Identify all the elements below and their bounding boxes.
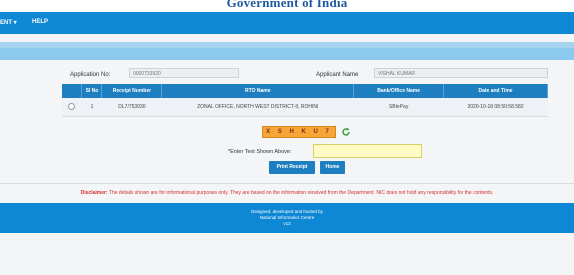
section-bar: [0, 48, 574, 60]
header-title-bar: Government of India: [0, 0, 574, 12]
disclaimer-label: Disclaimer:: [80, 190, 108, 196]
disclaimer-text: The details shown are for informational …: [108, 190, 494, 196]
refresh-captcha-icon[interactable]: [341, 127, 351, 137]
nav-item-ent[interactable]: ENT ▾: [0, 19, 17, 26]
cell-rto-name: ZONAL OFFICE, NORTH WEST DISTRICT-II, RO…: [161, 98, 354, 117]
captcha-input[interactable]: [313, 144, 422, 158]
table-header-row: Sl No Receipt Number RTO Name Bank/Offic…: [62, 84, 548, 98]
home-button[interactable]: Home: [320, 161, 345, 174]
application-no-field[interactable]: 0000733920: [129, 68, 239, 78]
col-header-bank-office: Bank/Office Name: [353, 84, 445, 98]
disclaimer-text-block: Disclaimer: The details shown are for in…: [0, 190, 574, 196]
page-title: Government of India: [226, 0, 348, 10]
nav-item-help[interactable]: HELP: [32, 19, 48, 25]
cell-bank-office: SBIePay: [353, 98, 444, 117]
footer-version: v13: [283, 221, 291, 226]
col-header-date-time: Date and Time: [443, 84, 548, 98]
row-select-cell: [62, 98, 82, 117]
receipt-table: Sl No Receipt Number RTO Name Bank/Offic…: [62, 84, 548, 117]
row-select-radio[interactable]: [68, 102, 76, 110]
cell-date-time: 2020-10-18 08:50:58.582: [443, 98, 548, 117]
col-header-receipt-number: Receipt Number: [101, 84, 163, 98]
select-column-header: [62, 84, 83, 98]
applicant-name-field[interactable]: VISHAL KUMAR: [374, 68, 548, 78]
footer: Designed, developed and hosted by Nation…: [0, 203, 574, 233]
application-no-label: Application No:: [70, 72, 111, 78]
applicant-name-label: Applicant Name: [316, 72, 359, 78]
cell-receipt-number: DL7/753930: [101, 98, 162, 117]
table-row: 1 DL7/753930 ZONAL OFFICE, NORTH WEST DI…: [62, 98, 548, 117]
col-header-sl-no: Sl No: [81, 84, 103, 98]
print-receipt-button[interactable]: Print Receipt: [269, 161, 315, 174]
captcha-label: *Enter Text Shown Above:: [228, 149, 292, 155]
col-header-rto-name: RTO Name: [161, 84, 355, 98]
captcha-image: X S H K U 7: [262, 126, 336, 138]
cell-sl-no: 1: [81, 98, 102, 117]
divider: [0, 183, 574, 184]
top-navbar: ENT ▾ HELP: [0, 12, 574, 34]
